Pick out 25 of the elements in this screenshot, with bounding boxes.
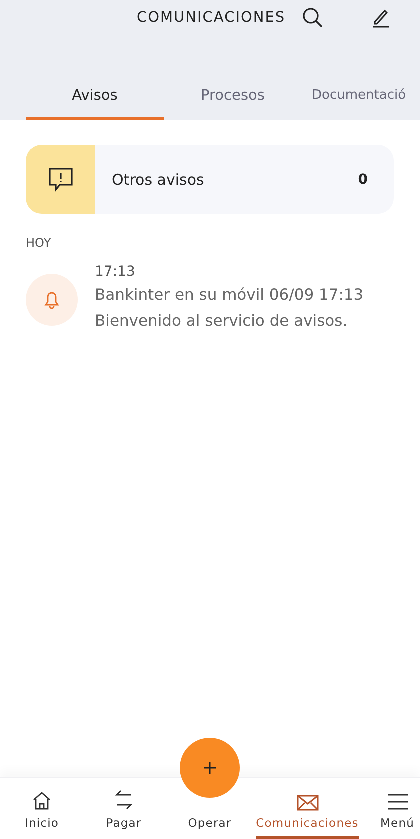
search-icon[interactable]	[302, 7, 324, 29]
nav-item[interactable]: Inicio	[0, 778, 84, 839]
plus-icon	[204, 762, 216, 774]
nav-item[interactable]: Pagar	[84, 778, 164, 839]
bell-icon	[44, 291, 60, 309]
tab[interactable]: Avisos	[26, 80, 164, 120]
mail-icon	[296, 795, 318, 811]
notice-message: Bienvenido al servicio de avisos.	[95, 311, 349, 332]
notice-title: Bankinter en su móvil 06/09 17:13	[95, 285, 364, 306]
section-label: HOY	[26, 236, 52, 250]
summary-card[interactable]: Otros avisos 0	[26, 145, 394, 214]
nav-item[interactable]: Menú	[367, 778, 420, 839]
edit-icon[interactable]	[372, 8, 390, 28]
tab[interactable]: Procesos	[164, 80, 302, 120]
nav-item[interactable]: Comunicaciones	[256, 778, 359, 839]
transfer-icon	[115, 789, 133, 811]
notice-count: 0	[358, 172, 368, 188]
alert-message-icon	[46, 166, 74, 192]
card-label: Otros avisos	[112, 170, 206, 188]
screen-title: COMUNICACIONES	[137, 10, 286, 26]
nav-item[interactable]: Operar	[164, 807, 256, 839]
menu-icon	[386, 793, 408, 811]
notice-time: 17:13	[95, 263, 136, 282]
tab[interactable]: Documentació	[302, 80, 406, 120]
home-icon	[32, 791, 52, 811]
